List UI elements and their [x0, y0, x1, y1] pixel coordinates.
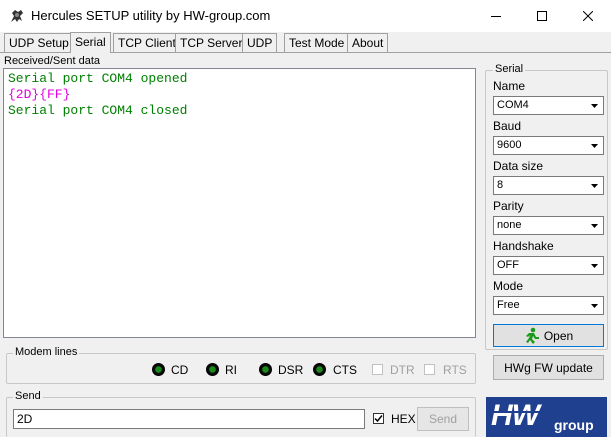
logo-group-text: group	[554, 417, 594, 433]
maximize-button[interactable]	[519, 0, 565, 32]
dsr-label: DSR	[278, 363, 304, 377]
window-title: Hercules SETUP utility by HW-group.com	[31, 8, 271, 23]
cts-label: CTS	[333, 363, 357, 377]
open-button-label: Open	[543, 328, 574, 343]
log-line: Serial port COM4 opened	[8, 71, 188, 86]
parity-select[interactable]: none	[493, 216, 604, 235]
baud-select[interactable]: 9600	[493, 136, 604, 155]
parity-value: none	[497, 219, 522, 231]
log-line: Serial port COM4 closed	[8, 103, 188, 118]
tab-serial[interactable]: Serial	[70, 32, 111, 53]
baud-value: 9600	[497, 139, 522, 151]
hwg-fw-update-button[interactable]: HWg FW update	[493, 355, 604, 380]
data-size-label: Data size	[493, 159, 544, 173]
port-name-select[interactable]: COM4	[493, 96, 604, 115]
mode-select[interactable]: Free	[493, 296, 604, 315]
minimize-button[interactable]	[473, 0, 519, 32]
dsr-led-icon	[259, 363, 272, 376]
maximize-icon	[537, 11, 547, 21]
chevron-down-icon	[587, 218, 602, 233]
logo-hw-text: HW	[491, 399, 540, 432]
title-bar[interactable]: Hercules SETUP utility by HW-group.com	[0, 0, 611, 32]
log-line: {2D}{FF}	[8, 87, 71, 102]
chevron-down-icon	[587, 138, 602, 153]
baud-label: Baud	[493, 119, 522, 133]
parity-label: Parity	[493, 199, 524, 213]
data-size-value: 8	[497, 179, 504, 191]
hex-checkbox[interactable]	[373, 413, 384, 424]
hex-label: HEX	[391, 412, 416, 426]
close-icon	[583, 11, 593, 21]
dtr-label: DTR	[390, 363, 415, 377]
ri-label: RI	[225, 363, 237, 377]
mode-value: Free	[497, 299, 520, 311]
port-name-label: Name	[493, 79, 526, 93]
modem-lines-legend: Modem lines	[13, 346, 80, 358]
tab-udp[interactable]: UDP	[242, 33, 278, 52]
ri-led-icon	[206, 363, 219, 376]
minimize-icon	[491, 16, 501, 17]
dtr-checkbox[interactable]	[372, 364, 383, 375]
chevron-down-icon	[587, 298, 602, 313]
data-size-select[interactable]: 8	[493, 176, 604, 195]
open-port-button[interactable]: Open	[493, 324, 604, 347]
send-button[interactable]: Send	[417, 407, 469, 431]
running-man-icon	[525, 327, 539, 344]
chevron-down-icon	[587, 98, 602, 113]
port-name-value: COM4	[497, 99, 529, 111]
handshake-select[interactable]: OFF	[493, 256, 604, 275]
chevron-down-icon	[587, 178, 602, 193]
tab-tcp-client[interactable]: TCP Client	[113, 33, 181, 52]
send-input[interactable]	[13, 409, 365, 429]
tab-tcp-server[interactable]: TCP Server	[175, 33, 248, 52]
checkmark-icon	[374, 415, 383, 423]
serial-group-legend: Serial	[493, 63, 526, 75]
tab-strip: UDP Setup Serial TCP Client TCP Server U…	[2, 32, 607, 53]
rts-checkbox[interactable]	[424, 364, 435, 375]
handshake-label: Handshake	[493, 239, 554, 253]
hw-group-logo: HW group	[486, 397, 607, 437]
logo-stripe	[486, 411, 607, 413]
tab-about[interactable]: About	[347, 33, 389, 52]
tab-test-mode[interactable]: Test Mode	[284, 33, 350, 52]
chevron-down-icon	[587, 258, 602, 273]
received-data-textarea[interactable]: Serial port COM4 opened {2D}{FF} Serial …	[3, 68, 476, 338]
tab-udp-setup[interactable]: UDP Setup	[4, 33, 74, 52]
rts-label: RTS	[443, 363, 467, 377]
cd-led-icon	[152, 363, 165, 376]
send-legend: Send	[13, 390, 43, 402]
cts-led-icon	[313, 363, 326, 376]
close-button[interactable]	[565, 0, 611, 32]
mode-label: Mode	[493, 279, 524, 293]
cd-label: CD	[171, 363, 189, 377]
received-data-label: Received/Sent data	[4, 55, 101, 67]
handshake-value: OFF	[497, 259, 519, 271]
hercules-app-icon	[8, 7, 26, 25]
